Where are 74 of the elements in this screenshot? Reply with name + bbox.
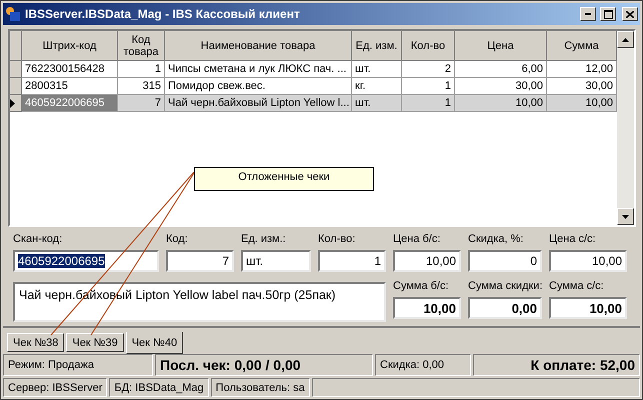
field-label: Скан-код: bbox=[13, 233, 64, 247]
table-cell: 30,00 bbox=[455, 78, 547, 95]
close-button[interactable] bbox=[622, 7, 638, 21]
table-cell: шт. bbox=[352, 61, 402, 78]
discount-status: Скидка: 0,00 bbox=[375, 354, 471, 376]
table-cell: 10,00 bbox=[547, 95, 617, 112]
last-check-status: Посл. чек: 0,00 / 0,00 bbox=[155, 354, 373, 376]
table-cell: 315 bbox=[118, 78, 165, 95]
table-cell: 4605922006695 bbox=[22, 95, 118, 112]
check-tab[interactable]: Чек №38 bbox=[7, 333, 64, 352]
column-header[interactable]: Наименование товара bbox=[165, 31, 352, 61]
table-cell: Чипсы сметана и лук ЛЮКС пач. ... bbox=[165, 61, 352, 78]
field-label: Сумма б/с: bbox=[393, 280, 450, 294]
input-field[interactable]: 10,00 bbox=[549, 250, 627, 272]
connection-status: Пользователь: sa bbox=[210, 378, 310, 397]
input-field[interactable]: шт. bbox=[241, 250, 311, 272]
field-label: Сумма скидки: bbox=[468, 280, 542, 294]
minimize-icon bbox=[585, 13, 591, 15]
table-cell: шт. bbox=[352, 95, 402, 112]
maximize-button[interactable] bbox=[600, 7, 616, 21]
current-row-icon bbox=[10, 98, 15, 108]
input-field[interactable]: 10,00 bbox=[393, 250, 461, 272]
field-label: Цена б/с: bbox=[393, 233, 442, 247]
input-field[interactable]: 4605922006695 bbox=[13, 250, 159, 272]
connection-status: Сервер: IBSServer bbox=[3, 378, 108, 397]
table-cell: 7622300156428 bbox=[22, 61, 118, 78]
scrollbar[interactable] bbox=[617, 31, 634, 225]
table-cell: 2 bbox=[402, 61, 455, 78]
input-field[interactable]: 1 bbox=[318, 250, 386, 272]
column-header[interactable]: Штрих-код bbox=[22, 31, 118, 61]
total-field[interactable]: 10,00 bbox=[549, 297, 627, 319]
table-cell: 30,00 bbox=[547, 78, 617, 95]
window-title: IBSServer.IBSData_Mag - IBS Кассовый клиент bbox=[25, 7, 301, 21]
table-cell: 1 bbox=[118, 61, 165, 78]
table-cell: кг. bbox=[352, 78, 402, 95]
column-header[interactable]: Сумма bbox=[547, 31, 617, 61]
table-cell: 1 bbox=[402, 78, 455, 95]
field-label: Ед. изм.: bbox=[241, 233, 287, 247]
close-icon bbox=[626, 10, 634, 18]
connection-status: БД: IBSData_Mag bbox=[109, 378, 209, 397]
field-label: Сумма с/с: bbox=[549, 280, 605, 294]
column-header[interactable]: Цена bbox=[455, 31, 547, 61]
app-icon bbox=[5, 6, 21, 22]
total-field[interactable]: 0,00 bbox=[468, 297, 542, 319]
table-cell: 6,00 bbox=[455, 61, 547, 78]
input-field[interactable]: 7 bbox=[166, 250, 234, 272]
table-cell: Чай черн.байховый Lipton Yellow l... bbox=[165, 95, 352, 112]
mode-status: Режим: Продажа bbox=[3, 354, 153, 376]
scroll-up-button[interactable] bbox=[617, 31, 634, 48]
check-tab[interactable]: Чек №39 bbox=[66, 333, 124, 352]
scroll-down-icon bbox=[622, 214, 629, 218]
scroll-up-icon bbox=[622, 38, 629, 42]
input-field[interactable]: 0 bbox=[468, 250, 542, 272]
callout-note: Отложенные чеки bbox=[194, 167, 374, 191]
field-label: Кол-во: bbox=[318, 233, 356, 247]
total-field[interactable]: 10,00 bbox=[393, 297, 461, 319]
field-label: Код: bbox=[166, 233, 189, 247]
table-cell: 12,00 bbox=[547, 61, 617, 78]
table-cell: 1 bbox=[402, 95, 455, 112]
to-pay-status: К оплате: 52,00 bbox=[473, 354, 640, 376]
scroll-down-button[interactable] bbox=[617, 208, 634, 225]
field-label: Цена с/с: bbox=[549, 233, 597, 247]
column-header[interactable]: Кол-во bbox=[402, 31, 455, 61]
table-cell: 7 bbox=[118, 95, 165, 112]
check-tab[interactable]: Чек №40 bbox=[126, 332, 184, 354]
column-header[interactable]: Код товара bbox=[118, 31, 165, 61]
table-cell: Помидор свеж.вес. bbox=[165, 78, 352, 95]
table-cell: 10,00 bbox=[455, 95, 547, 112]
row-indicator[interactable] bbox=[10, 95, 22, 112]
minimize-button[interactable] bbox=[580, 7, 596, 21]
field-label: Скидка, %: bbox=[468, 233, 524, 247]
column-header[interactable]: Ед. изм. bbox=[352, 31, 402, 61]
maximize-icon bbox=[604, 10, 612, 18]
table-cell: 2800315 bbox=[22, 78, 118, 95]
